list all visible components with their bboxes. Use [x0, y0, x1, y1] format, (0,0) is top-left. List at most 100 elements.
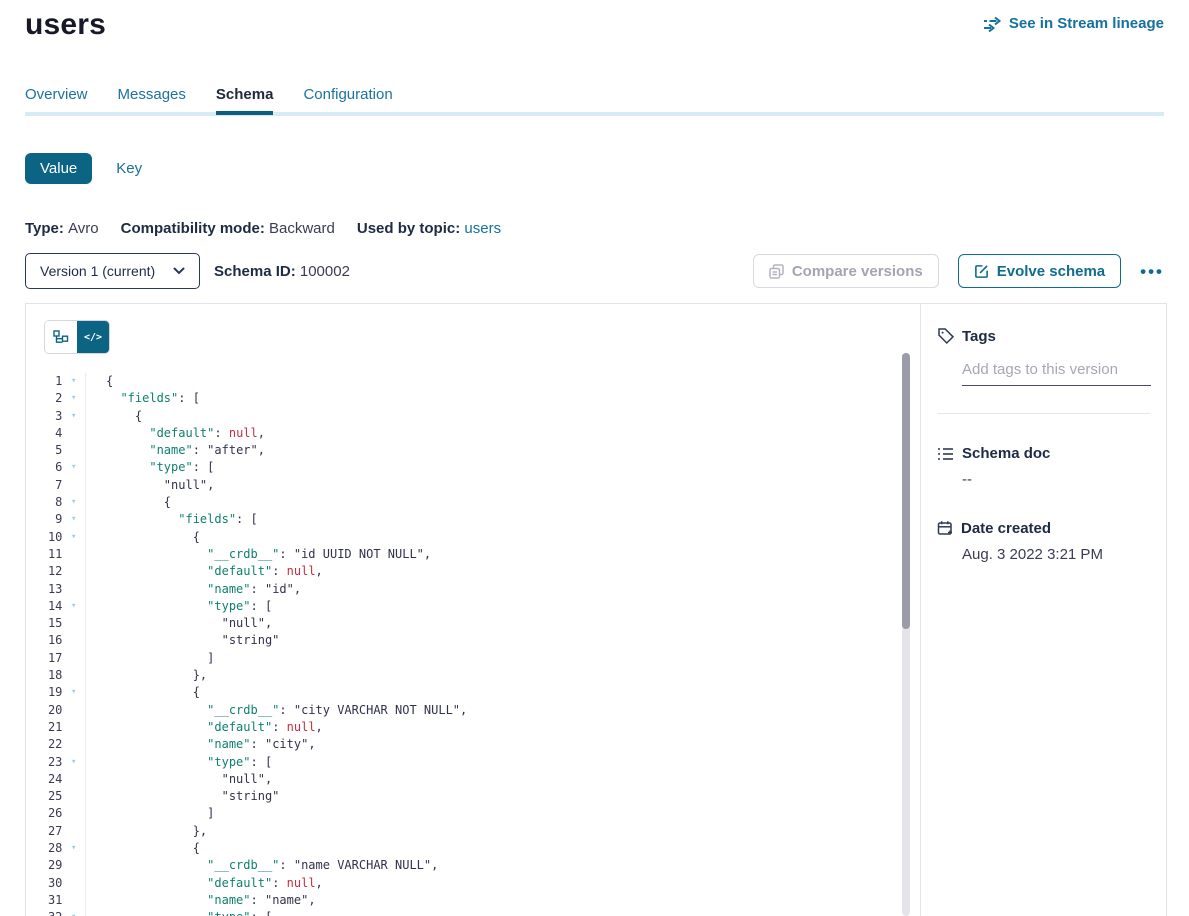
code-text: "default": null, [86, 563, 323, 580]
version-select[interactable]: Version 1 (current) [25, 253, 200, 289]
schema-sidebar: Tags Schema doc -- Dat [920, 304, 1166, 916]
line-number: 19 [26, 684, 62, 701]
fold-toggle-icon[interactable]: ▾ [62, 494, 85, 511]
code-line: 27 }, [26, 823, 900, 840]
lineage-link-label: See in Stream lineage [1009, 15, 1164, 32]
editor-view-toggle: </> [44, 320, 110, 354]
code-line: 22 "name": "city", [26, 736, 900, 753]
code-line: 28▾ { [26, 840, 900, 857]
fold-toggle-icon[interactable]: ▾ [62, 684, 85, 701]
line-number: 21 [26, 719, 62, 736]
fold-toggle-icon[interactable]: ▾ [62, 459, 85, 476]
line-number: 22 [26, 736, 62, 753]
compare-versions-icon [769, 264, 784, 279]
fold-toggle-icon[interactable]: ▾ [62, 598, 85, 615]
code-text: "string" [86, 632, 279, 649]
code-text: "__crdb__": "city VARCHAR NOT NULL", [86, 702, 467, 719]
line-number: 30 [26, 875, 62, 892]
line-number: 26 [26, 805, 62, 822]
code-line: 5 "name": "after", [26, 442, 900, 459]
see-in-stream-lineage-link[interactable]: See in Stream lineage [983, 15, 1164, 32]
code-line: 10▾ { [26, 529, 900, 546]
compare-versions-button[interactable]: Compare versions [753, 254, 939, 288]
code-line: 23▾ "type": [ [26, 754, 900, 771]
code-line: 14▾ "type": [ [26, 598, 900, 615]
evolve-schema-button[interactable]: Evolve schema [958, 254, 1121, 288]
fold-spacer [62, 425, 85, 442]
line-number: 3 [26, 408, 62, 425]
code-text: "__crdb__": "name VARCHAR NULL", [86, 857, 438, 874]
fold-toggle-icon[interactable]: ▾ [62, 408, 85, 425]
date-created-section-header: Date created [921, 520, 1166, 537]
line-number: 32 [26, 909, 62, 916]
fold-spacer [62, 442, 85, 459]
schema-meta-row: Type: Avro Compatibility mode: Backward … [25, 220, 501, 237]
line-number: 9 [26, 511, 62, 528]
fold-toggle-icon[interactable]: ▾ [62, 511, 85, 528]
tab-overview[interactable]: Overview [25, 86, 88, 115]
tree-view-button[interactable] [45, 321, 77, 353]
fold-toggle-icon[interactable]: ▾ [62, 754, 85, 771]
code-text: "type": [ [86, 598, 272, 615]
line-number: 13 [26, 581, 62, 598]
fold-toggle-icon[interactable]: ▾ [62, 909, 85, 916]
line-number: 11 [26, 546, 62, 563]
tab-schema[interactable]: Schema [216, 86, 274, 115]
tags-section-header: Tags [921, 327, 1166, 345]
code-text: "default": null, [86, 425, 265, 442]
code-text: "name": "id", [86, 581, 301, 598]
topic-link[interactable]: users [464, 220, 501, 237]
fold-spacer [62, 805, 85, 822]
fold-spacer [62, 667, 85, 684]
line-number: 1 [26, 373, 62, 390]
code-text: { [86, 408, 142, 425]
fold-spacer [62, 702, 85, 719]
code-line: 2▾ "fields": [ [26, 390, 900, 407]
code-line: 13 "name": "id", [26, 581, 900, 598]
line-number: 2 [26, 390, 62, 407]
tab-configuration[interactable]: Configuration [303, 86, 392, 115]
editor-scrollbar-track[interactable] [902, 353, 910, 916]
more-actions-button[interactable]: ••• [1140, 263, 1164, 280]
code-line: 7 "null", [26, 477, 900, 494]
line-number: 23 [26, 754, 62, 771]
code-line: 18 }, [26, 667, 900, 684]
value-toggle-button[interactable]: Value [25, 153, 92, 184]
key-toggle-button[interactable]: Key [116, 160, 142, 177]
fold-spacer [62, 477, 85, 494]
code-lines: 1▾{2▾ "fields": [3▾ {4 "default": null,5… [26, 373, 900, 916]
fold-toggle-icon[interactable]: ▾ [62, 390, 85, 407]
schema-id: Schema ID: 100002 [214, 263, 350, 280]
line-number: 18 [26, 667, 62, 684]
code-text: "fields": [ [86, 511, 258, 528]
code-text: "type": [ [86, 459, 214, 476]
fold-toggle-icon[interactable]: ▾ [62, 840, 85, 857]
add-tags-input[interactable] [962, 359, 1151, 386]
line-number: 17 [26, 650, 62, 667]
fold-toggle-icon[interactable]: ▾ [62, 373, 85, 390]
code-view-icon: </> [84, 332, 102, 343]
code-line: 32▾ "type": [ [26, 909, 900, 916]
meta-used-by-topic: Used by topic: users [357, 220, 501, 237]
date-created-value: Aug. 3 2022 3:21 PM [962, 546, 1150, 563]
code-line: 21 "default": null, [26, 719, 900, 736]
code-view-button[interactable]: </> [77, 321, 109, 353]
line-number: 12 [26, 563, 62, 580]
code-text: ] [86, 805, 214, 822]
code-line: 24 "null", [26, 771, 900, 788]
tab-bar: Overview Messages Schema Configuration [25, 86, 393, 115]
calendar-plus-icon [937, 520, 954, 537]
line-number: 7 [26, 477, 62, 494]
fold-spacer [62, 719, 85, 736]
fold-spacer [62, 615, 85, 632]
editor-scrollbar-thumb[interactable] [902, 353, 910, 629]
code-line: 6▾ "type": [ [26, 459, 900, 476]
code-line: 16 "string" [26, 632, 900, 649]
fold-toggle-icon[interactable]: ▾ [62, 529, 85, 546]
code-line: 29 "__crdb__": "name VARCHAR NULL", [26, 857, 900, 874]
code-line: 4 "default": null, [26, 425, 900, 442]
tab-messages[interactable]: Messages [118, 86, 186, 115]
code-line: 9▾ "fields": [ [26, 511, 900, 528]
tab-underline-track [25, 112, 1164, 116]
line-number: 31 [26, 892, 62, 909]
